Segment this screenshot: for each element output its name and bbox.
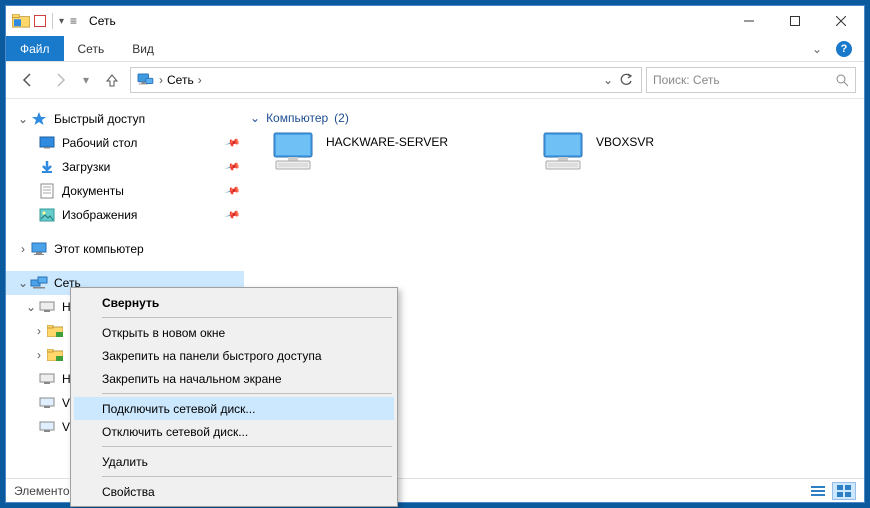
back-button[interactable] (14, 66, 42, 94)
network-computer-item[interactable]: HACKWARE-SERVER (268, 131, 508, 173)
computer-icon (38, 395, 56, 411)
chevron-right-icon[interactable] (32, 348, 46, 362)
forward-button[interactable] (46, 66, 74, 94)
titlebar: ▾ ≡ Сеть (6, 6, 864, 36)
view-details-button[interactable] (806, 482, 830, 500)
desktop-icon (38, 135, 56, 151)
tree-downloads[interactable]: Загрузки 📌 (6, 155, 244, 179)
view-large-icons-button[interactable] (832, 482, 856, 500)
chevron-down-icon: ⌄ (250, 111, 260, 125)
overflow-icon[interactable]: ≡ (70, 14, 77, 28)
computer-icon (38, 371, 56, 387)
ribbon-tab-file[interactable]: Файл (6, 36, 64, 61)
window-controls (726, 6, 864, 36)
view-switcher (806, 482, 856, 500)
pin-icon: 📌 (224, 135, 240, 151)
group-label: Компьютер (266, 111, 328, 125)
minimize-button[interactable] (726, 6, 772, 36)
ribbon-tab-network[interactable]: Сеть (64, 36, 119, 61)
menu-properties[interactable]: Свойства (74, 480, 394, 503)
item-label: VBOXSVR (596, 131, 654, 149)
group-header[interactable]: ⌄ Компьютер (2) (250, 111, 858, 125)
tree-this-pc[interactable]: Этот компьютер (6, 237, 244, 261)
menu-separator (102, 393, 392, 394)
tree-label: V (62, 420, 70, 434)
tree-label: Загрузки (62, 160, 110, 174)
pin-icon: 📌 (224, 183, 240, 199)
tree-label: V (62, 396, 70, 410)
menu-separator (102, 317, 392, 318)
address-bar: ▾ › Сеть › ⌄ Поиск: Сеть (6, 62, 864, 98)
tree-label: Быстрый доступ (54, 112, 145, 126)
menu-separator (102, 446, 392, 447)
menu-map-network-drive[interactable]: Подключить сетевой диск... (74, 397, 394, 420)
explorer-icon (12, 14, 30, 28)
network-icon (135, 73, 155, 87)
pictures-icon (38, 207, 56, 223)
computer-icon (30, 241, 48, 257)
group-count: (2) (334, 111, 349, 125)
star-icon (30, 111, 48, 127)
pin-icon: 📌 (224, 159, 240, 175)
menu-open-new-window[interactable]: Открыть в новом окне (74, 321, 394, 344)
tree-label: Этот компьютер (54, 242, 144, 256)
chevron-right-icon[interactable] (16, 242, 30, 256)
network-computer-item[interactable]: VBOXSVR (538, 131, 778, 173)
computer-icon (38, 299, 56, 315)
tree-label: Документы (62, 184, 124, 198)
ribbon: Файл Сеть Вид ⌄ ? (6, 36, 864, 62)
help-icon[interactable]: ? (836, 41, 852, 57)
qat-separator (52, 13, 53, 29)
menu-disconnect-network-drive[interactable]: Отключить сетевой диск... (74, 420, 394, 443)
tree-documents[interactable]: Документы 📌 (6, 179, 244, 203)
tree-pictures[interactable]: Изображения 📌 (6, 203, 244, 227)
menu-collapse[interactable]: Свернуть (74, 291, 394, 314)
address-separator: › (198, 73, 202, 87)
ribbon-tab-view[interactable]: Вид (118, 36, 168, 61)
search-icon (835, 73, 849, 87)
qat-item-icon[interactable] (34, 15, 46, 27)
address-separator: › (159, 73, 163, 87)
up-button[interactable] (98, 66, 126, 94)
documents-icon (38, 183, 56, 199)
computer-icon (538, 131, 588, 173)
chevron-right-icon[interactable] (32, 324, 46, 338)
menu-delete[interactable]: Удалить (74, 450, 394, 473)
search-placeholder: Поиск: Сеть (653, 73, 835, 87)
menu-separator (102, 476, 392, 477)
ribbon-expand-icon[interactable]: ⌄ (812, 42, 822, 56)
menu-pin-quick-access[interactable]: Закрепить на панели быстрого доступа (74, 344, 394, 367)
window-title: Сеть (89, 14, 116, 28)
network-icon (30, 275, 48, 291)
computer-icon (268, 131, 318, 173)
computer-icon (38, 419, 56, 435)
tree-desktop[interactable]: Рабочий стол 📌 (6, 131, 244, 155)
pin-icon: 📌 (224, 207, 240, 223)
tree-label: Рабочий стол (62, 136, 137, 150)
recent-dropdown[interactable]: ▾ (78, 66, 94, 94)
item-label: HACKWARE-SERVER (326, 131, 448, 149)
qat: ▾ ≡ (6, 13, 83, 29)
tree-quick-access[interactable]: Быстрый доступ (6, 107, 244, 131)
qat-dropdown-icon[interactable]: ▾ (59, 16, 64, 27)
close-button[interactable] (818, 6, 864, 36)
downloads-icon (38, 159, 56, 175)
chevron-down-icon[interactable] (24, 300, 38, 314)
refresh-icon[interactable] (619, 73, 633, 87)
search-box[interactable]: Поиск: Сеть (646, 67, 856, 93)
folder-icon (46, 323, 64, 339)
context-menu: Свернуть Открыть в новом окне Закрепить … (70, 287, 398, 507)
folder-icon (46, 347, 64, 363)
chevron-down-icon[interactable] (16, 112, 30, 126)
chevron-down-icon[interactable] (16, 276, 30, 290)
address-text: Сеть (167, 73, 194, 87)
menu-pin-start[interactable]: Закрепить на начальном экране (74, 367, 394, 390)
address-dropdown-icon[interactable]: ⌄ (603, 73, 613, 87)
tree-label: Изображения (62, 208, 137, 222)
address-box[interactable]: › Сеть › ⌄ (130, 67, 642, 93)
maximize-button[interactable] (772, 6, 818, 36)
explorer-window: ▾ ≡ Сеть Файл Сеть Вид ⌄ ? ▾ › Сеть (5, 5, 865, 503)
